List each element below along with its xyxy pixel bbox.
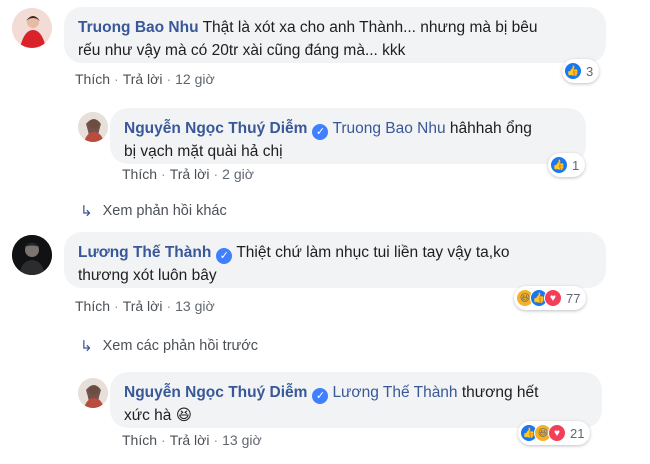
comment-time[interactable]: 12 giờ [175, 71, 215, 87]
comment-actions: Thích · Trả lời · 2 giờ [122, 166, 254, 182]
reaction-summary[interactable]: 👍 1 [548, 153, 586, 177]
previous-replies-link[interactable]: ↳ Xem các phản hồi trước [80, 337, 258, 355]
avatar-nguyen-ngoc-thuy-diem[interactable] [78, 112, 108, 142]
reaction-count: 21 [570, 425, 585, 441]
like-link[interactable]: Thích [75, 298, 110, 314]
verified-badge-icon: ✓ [312, 124, 329, 140]
comment-actions: Thích · Trả lời · 12 giờ [75, 71, 215, 87]
comment-time[interactable]: 2 giờ [222, 166, 254, 182]
reaction-count: 3 [586, 63, 594, 79]
reply-link[interactable]: Trả lời [123, 298, 163, 314]
comment-bubble-luong-the-thanh: Lương Thế Thành ✓ Thiệt chứ làm nhục tui l… [64, 232, 606, 288]
comment-text: Thiệt chứ làm nhục tui liền tay vậy ta,k… [236, 244, 510, 261]
like-link[interactable]: Thích [122, 432, 157, 448]
more-replies-label[interactable]: Xem phản hồi khác [103, 203, 227, 219]
mention-link[interactable]: Truong Bao Nhu [332, 120, 445, 137]
comment-text: hâhhah ổng [449, 120, 532, 137]
love-reaction-icon: ♥ [548, 424, 566, 442]
reply-arrow-icon: ↳ [80, 338, 93, 355]
comment-text: xức hà [124, 407, 172, 424]
like-link[interactable]: Thích [75, 71, 110, 87]
more-replies-link[interactable]: ↳ Xem phản hồi khác [80, 202, 227, 220]
like-reaction-icon: 👍 [550, 156, 568, 174]
avatar-luong-the-thanh[interactable] [12, 235, 52, 275]
comment-bubble-truong-bao-nhu: Truong Bao Nhu Thật là xót xa cho anh Th… [64, 7, 606, 63]
like-reaction-icon: 👍 [564, 62, 582, 80]
love-reaction-icon: ♥ [544, 289, 562, 307]
verified-badge-icon: ✓ [312, 388, 329, 404]
comment-text: bị vạch mặt quài hả chị [124, 143, 283, 160]
comment-actions: Thích · Trả lời · 13 giờ [75, 298, 215, 314]
reply-arrow-icon: ↳ [80, 203, 93, 220]
comment-author[interactable]: Nguyễn Ngọc Thuý Diễm [124, 384, 307, 401]
reaction-summary[interactable]: 👍 3 [562, 59, 600, 83]
verified-badge-icon: ✓ [216, 248, 233, 264]
reply-link[interactable]: Trả lời [170, 432, 210, 448]
reply-bubble-thuy-diem: Nguyễn Ngọc Thuý Diễm ✓ Lương Thế Thành th… [110, 372, 602, 428]
comment-author[interactable]: Nguyễn Ngọc Thuý Diễm [124, 120, 307, 137]
comment-author[interactable]: Truong Bao Nhu [78, 19, 199, 36]
like-link[interactable]: Thích [122, 166, 157, 182]
reply-link[interactable]: Trả lời [123, 71, 163, 87]
avatar-nguyen-ngoc-thuy-diem[interactable] [78, 378, 108, 408]
reaction-summary[interactable]: 😆 👍 ♥ 77 [514, 286, 587, 310]
laughing-emoji-icon: 😆 [175, 407, 192, 424]
comment-text: thương hết [461, 384, 539, 401]
comment-actions: Thích · Trả lời · 13 giờ [122, 432, 262, 448]
previous-replies-label[interactable]: Xem các phản hồi trước [103, 338, 258, 354]
reaction-count: 77 [566, 290, 581, 306]
comment-text: thương xót luôn bây [78, 267, 217, 284]
reply-bubble-thuy-diem: Nguyễn Ngọc Thuý Diễm ✓ Truong Bao Nhu hâh… [110, 108, 586, 164]
mention-link[interactable]: Lương Thế Thành [332, 384, 457, 401]
comment-time[interactable]: 13 giờ [222, 432, 262, 448]
comment-author[interactable]: Lương Thế Thành [78, 244, 211, 261]
comment-time[interactable]: 13 giờ [175, 298, 215, 314]
reaction-count: 1 [572, 157, 580, 173]
reply-link[interactable]: Trả lời [170, 166, 210, 182]
avatar-truong-bao-nhu[interactable] [12, 8, 52, 48]
reaction-summary[interactable]: 👍 😆 ♥ 21 [518, 421, 591, 445]
comment-text: Thật là xót xa cho anh Thành... nhưng mà… [202, 19, 538, 36]
comment-text: rếu như vậy mà có 20tr xài cũng đáng mà.… [78, 42, 406, 59]
